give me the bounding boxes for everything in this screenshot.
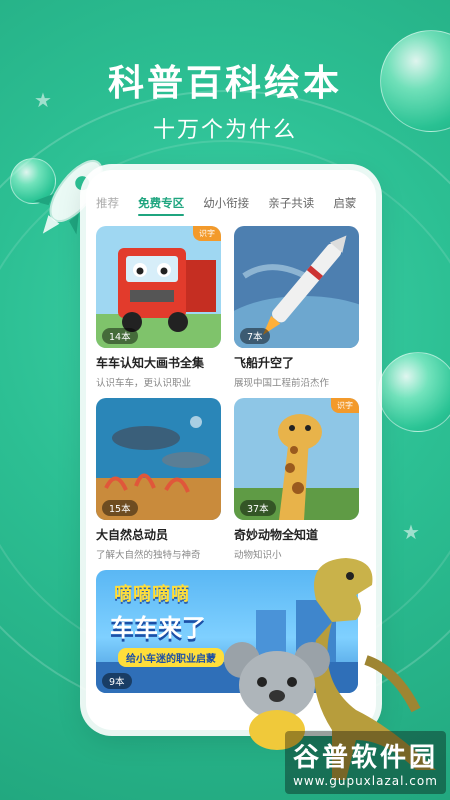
literacy-tag: 识字 [193,226,221,241]
bubble-decoration [378,352,450,432]
book-description: 了解大自然的独特与神奇 [96,550,201,561]
tab-preschool[interactable]: 幼小衔接 [203,195,249,211]
book-cover-image: 7本 [234,226,359,348]
book-title: 车车认知大画书全集 [96,356,205,370]
book-card-animals[interactable]: 识字 37本 奇妙动物全知道 动物知识小 [234,398,359,561]
book-count-badge: 7本 [240,328,270,344]
tab-free-zone[interactable]: 免费专区 [138,195,185,216]
tab-recommend[interactable]: 推荐 [96,195,119,211]
book-count-badge: 9本 [102,673,132,689]
book-count-badge: 14本 [102,328,138,344]
book-card-spaceship[interactable]: 7本 飞船升空了 展现中国工程前沿杰作 [234,226,359,389]
banner-subtitle: 给小车迷的职业启蒙 [118,648,224,667]
watermark-name: 谷普软件园 [292,743,438,773]
tab-enlightenment[interactable]: 启蒙 [333,195,356,211]
book-description: 认识车车，更认识职业 [96,378,192,389]
book-count-badge: 37本 [240,500,276,516]
book-card-nature[interactable]: 15本 大自然总动员 了解大自然的独特与神奇 [96,398,221,561]
page-subtitle: 十万个为什么 [152,118,297,143]
category-tabs: 推荐 免费专区 幼小衔接 亲子共读 启蒙 [96,192,376,216]
book-title: 飞船升空了 [234,356,295,370]
book-cover-image: 识字 37本 [234,398,359,520]
page-title: 科普百科绘本 [107,63,342,104]
book-card-trucks[interactable]: 识字 14本 车车认知大画书全集 认识车车，更认识职业 [96,226,221,389]
literacy-tag: 识字 [331,398,359,413]
tab-parent-child[interactable]: 亲子共读 [268,195,314,211]
banner-title: 车车来了 [110,614,206,642]
banner-sound-text: 嘀嘀嘀嘀 [114,584,190,605]
app-screen: ★ ★ 科普百科绘本 十万个为什么 推荐 免费专区 幼小衔接 亲子共读 启蒙 识… [0,0,450,800]
book-cover-image: 识字 14本 [96,226,221,348]
watermark-url: www.gupuxlazal.com [293,774,438,788]
book-description: 展现中国工程前沿杰作 [234,378,330,389]
book-cover-image: 15本 [96,398,221,520]
book-title: 大自然总动员 [96,528,169,542]
book-count-badge: 15本 [102,500,138,516]
site-watermark: 谷普软件园 www.gupuxlazal.com [284,731,446,794]
